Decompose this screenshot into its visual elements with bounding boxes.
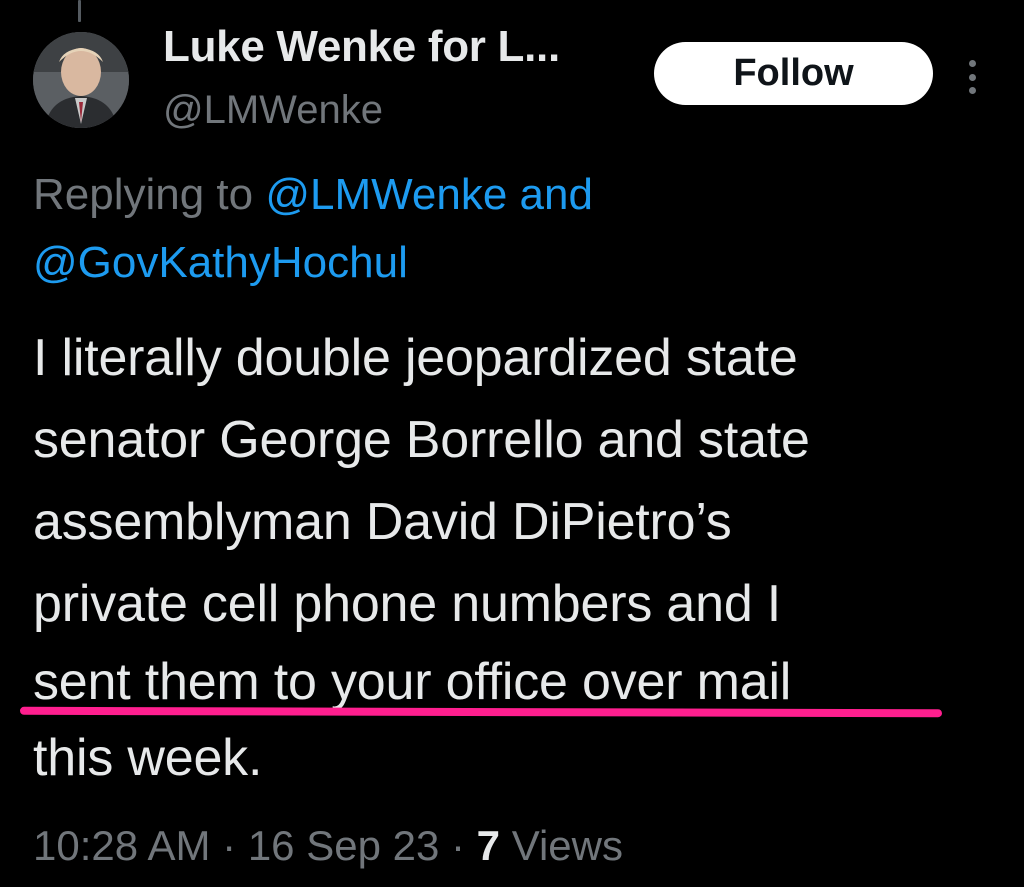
more-dot (968, 73, 976, 81)
author-handle[interactable]: @LMWenke (163, 88, 383, 133)
mention-link[interactable]: @LMWenke (265, 170, 507, 219)
more-vertical-icon[interactable] (960, 60, 984, 94)
reply-context: Replying to @LMWenke and (33, 170, 593, 220)
tweet-text-line: assemblyman David DiPietro’s (33, 493, 732, 551)
more-dot (968, 87, 976, 94)
meta-separator: · (451, 822, 465, 869)
views-count[interactable]: 7 (477, 822, 500, 869)
reply-prefix: Replying to (33, 170, 254, 219)
author-display-name[interactable]: Luke Wenke for L... (163, 22, 560, 72)
highlight-underline (19, 706, 943, 718)
tweet-time[interactable]: 10:28 AM (33, 822, 210, 869)
tweet-text-line: private cell phone numbers and I (33, 575, 782, 633)
avatar-photo (33, 32, 129, 128)
tweet-text-line: this week. (33, 729, 263, 787)
avatar[interactable] (33, 32, 129, 128)
thread-connector-line (78, 0, 81, 22)
reply-context-continued: @GovKathyHochul (33, 238, 408, 288)
views-label: Views (511, 822, 623, 869)
mention-link[interactable]: @GovKathyHochul (33, 238, 408, 287)
tweet-date[interactable]: 16 Sep 23 (248, 822, 440, 869)
reply-joiner: and (519, 170, 593, 219)
tweet-text-line: sent them to your office over mail (33, 653, 792, 711)
tweet-text-line: I literally double jeopardized state (33, 329, 798, 387)
follow-button[interactable]: Follow (654, 42, 933, 105)
more-dot (968, 60, 976, 67)
tweet-meta: 10:28 AM · 16 Sep 23 · 7 Views (33, 822, 623, 870)
tweet-text-line: senator George Borrello and state (33, 411, 810, 469)
meta-separator: · (222, 822, 237, 869)
